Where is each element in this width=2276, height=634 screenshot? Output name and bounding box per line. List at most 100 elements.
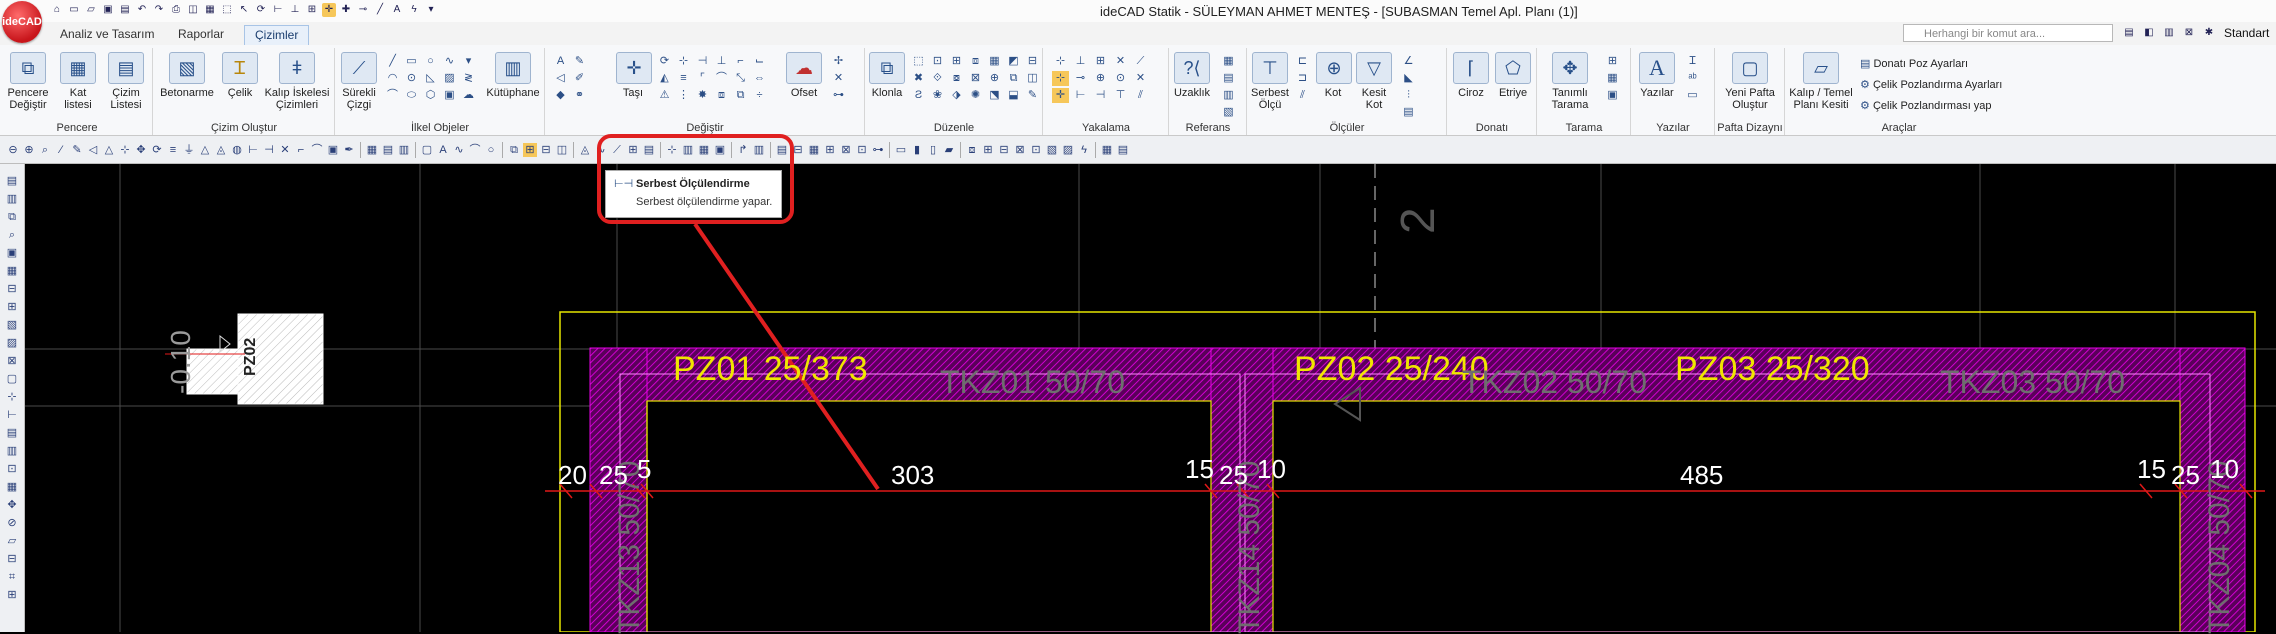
- pencere-degistir-button[interactable]: ⧉ Pencere Değiştir: [6, 52, 50, 111]
- snap-quad-icon[interactable]: ⊢: [1072, 88, 1089, 103]
- snap-endpoint-icon[interactable]: ⊹: [1052, 54, 1069, 69]
- toolbar-tool-icon[interactable]: ⊢: [246, 143, 260, 157]
- edit-p-icon[interactable]: ❀: [929, 88, 946, 103]
- serbest-olcu-button[interactable]: ⊤ Serbest Ölçü: [1250, 52, 1290, 111]
- left-tool-icon[interactable]: ▢: [4, 372, 20, 386]
- snap-center-icon[interactable]: ⊙: [1112, 71, 1129, 86]
- edit-u-icon[interactable]: ✎: [1024, 88, 1041, 103]
- surekli-cizgi-button[interactable]: ⟋ Sürekli Çizgi: [338, 52, 380, 111]
- new-file-icon[interactable]: ▭: [67, 3, 81, 17]
- toolbar-tool-icon[interactable]: ✕: [278, 143, 292, 157]
- edit-o-icon[interactable]: Ƨ: [910, 88, 927, 103]
- dim-c-icon[interactable]: ⫽: [1294, 88, 1311, 103]
- toolbar-tool-icon[interactable]: △: [102, 143, 116, 157]
- spline-tool-icon[interactable]: ∿: [441, 54, 458, 69]
- left-tool-icon[interactable]: ⊟: [4, 282, 20, 296]
- undo-icon[interactable]: ↶: [135, 3, 149, 17]
- dim-lines-icon[interactable]: ⫶: [1400, 88, 1417, 103]
- snap-ext-icon[interactable]: ⊣: [1092, 88, 1109, 103]
- ref-a-icon[interactable]: ▦: [1220, 54, 1237, 69]
- celik-button[interactable]: Ꮖ Çelik: [220, 52, 260, 99]
- tkz-label-1[interactable]: TKZ01 50/70: [940, 364, 1125, 401]
- edit-f-icon[interactable]: ◩: [1005, 54, 1022, 69]
- toolbar-tool-icon[interactable]: ○: [484, 143, 498, 157]
- snap-perp-icon[interactable]: ⊥: [1072, 54, 1089, 69]
- toolbar-tool-icon[interactable]: ◬: [578, 143, 592, 157]
- toolbar-tool-icon[interactable]: ⌒: [310, 143, 324, 157]
- style-label[interactable]: Standart: [2224, 26, 2269, 40]
- warning-tool-icon[interactable]: ⚠: [656, 88, 673, 103]
- pz-label-2[interactable]: PZ02 25/240: [1294, 350, 1489, 389]
- toolbar-tool-icon[interactable]: ▤: [381, 143, 395, 157]
- vertical-tkz-3[interactable]: TKZ04 50/70: [2203, 461, 2237, 634]
- kalip-temel-button[interactable]: ⏥ Kalıp / Temel Planı Kesiti: [1788, 52, 1854, 111]
- cizim-listesi-button[interactable]: ▤ Çizim Listesi: [104, 52, 148, 111]
- snap-diag-icon[interactable]: ⟋: [1132, 54, 1149, 69]
- circle-center-icon[interactable]: ⊙: [403, 71, 420, 86]
- toolbar-tool-icon[interactable]: ▧: [1045, 143, 1059, 157]
- save-as-icon[interactable]: ▤: [118, 3, 132, 17]
- toolbar-tool-icon[interactable]: ⌐: [294, 143, 308, 157]
- toolbar-tool-icon[interactable]: ◁: [86, 143, 100, 157]
- edit-m-icon[interactable]: ⧉: [1005, 71, 1022, 86]
- edit-b-icon[interactable]: ⊡: [929, 54, 946, 69]
- left-tool-icon[interactable]: ▧: [4, 318, 20, 332]
- close-view-icon[interactable]: ⊠: [2182, 26, 2196, 40]
- tab-analiz[interactable]: Analiz ve Tasarım: [50, 25, 164, 45]
- redo-icon[interactable]: ↷: [152, 3, 166, 17]
- celik-poz-ayar-item[interactable]: ⚙ Çelik Pozlandırma Ayarları: [1860, 75, 2002, 96]
- window-icon[interactable]: ◫: [186, 3, 200, 17]
- edit-a-icon[interactable]: ⬚: [910, 54, 927, 69]
- layout-icon[interactable]: ▤: [2122, 26, 2136, 40]
- scale-tool-icon[interactable]: ⤡: [732, 71, 749, 86]
- dash-tool-icon[interactable]: ⊶: [830, 88, 847, 103]
- edit-q-icon[interactable]: ⬗: [948, 88, 965, 103]
- tkz-label-3[interactable]: TKZ03 50/70: [1940, 364, 2125, 401]
- edit-r-icon[interactable]: ✺: [967, 88, 984, 103]
- ellipse-tool-icon[interactable]: ⬭: [403, 88, 420, 103]
- left-tool-icon[interactable]: ✥: [4, 498, 20, 512]
- tab-cizimler[interactable]: Çizimler: [244, 25, 310, 46]
- edit-e-icon[interactable]: ▦: [986, 54, 1003, 69]
- ref-b-icon[interactable]: ▤: [1220, 71, 1237, 86]
- kalip-iskelesi-button[interactable]: ǂ Kalıp İskelesi Çizimleri: [264, 52, 330, 111]
- edit-t-icon[interactable]: ⬓: [1005, 88, 1022, 103]
- edit-l-icon[interactable]: ⊕: [986, 71, 1003, 86]
- toolbar-tool-icon[interactable]: ⊞: [981, 143, 995, 157]
- toolbar-tool-icon[interactable]: ⊞: [823, 143, 837, 157]
- snap-par-icon[interactable]: ⫽: [1132, 88, 1149, 103]
- toolbar-tool-icon[interactable]: ▢: [420, 143, 434, 157]
- left-tool-icon[interactable]: ▦: [4, 480, 20, 494]
- toolbar-tool-icon[interactable]: ✥: [134, 143, 148, 157]
- snap-line-icon[interactable]: ⊸: [1072, 71, 1089, 86]
- palette-icon[interactable]: ✱: [2202, 26, 2216, 40]
- toolbar-tool-icon[interactable]: A: [436, 143, 450, 157]
- copy-tool-icon[interactable]: ⧉: [732, 88, 749, 103]
- cloud-tool-icon[interactable]: ☁: [460, 88, 477, 103]
- text-icon[interactable]: A: [390, 3, 404, 17]
- trim-tool-icon[interactable]: ⊹: [675, 54, 692, 69]
- dim-arrow-icon[interactable]: ◣: [1400, 71, 1417, 86]
- etriye-button[interactable]: ⬠ Etriye: [1494, 52, 1532, 99]
- tkz-label-2[interactable]: TKZ02 50/70: [1462, 364, 1647, 401]
- snap-mid-icon[interactable]: ⊹: [1052, 71, 1069, 86]
- edit-j-icon[interactable]: ⧇: [948, 71, 965, 86]
- left-tool-icon[interactable]: ⧉: [4, 210, 20, 224]
- toolbar-tool-icon[interactable]: ∿: [452, 143, 466, 157]
- donati-poz-item[interactable]: ▤ Donatı Poz Ayarları: [1860, 54, 2002, 75]
- rotate-icon[interactable]: ⟳: [254, 3, 268, 17]
- grid-icon[interactable]: ▦: [203, 3, 217, 17]
- align-tool-icon[interactable]: ≡: [675, 71, 692, 86]
- snap-tangent-icon[interactable]: ⊕: [1092, 71, 1109, 86]
- arc-tool-icon[interactable]: ◠: [384, 71, 401, 86]
- fillet-tool-icon[interactable]: ⌜: [694, 71, 711, 86]
- edit-s-icon[interactable]: ⬔: [986, 88, 1003, 103]
- explode-tool-icon[interactable]: ✸: [694, 88, 711, 103]
- open-icon[interactable]: ▱: [84, 3, 98, 17]
- left-tool-icon[interactable]: ⊘: [4, 516, 20, 530]
- layers-icon[interactable]: ◧: [2142, 26, 2156, 40]
- toolbar-tool-icon[interactable]: ⊹: [118, 143, 132, 157]
- group-tool-icon[interactable]: ⧈: [713, 88, 730, 103]
- left-tool-icon[interactable]: ⊢: [4, 408, 20, 422]
- toolbar-tool-icon[interactable]: ⏚: [182, 143, 196, 157]
